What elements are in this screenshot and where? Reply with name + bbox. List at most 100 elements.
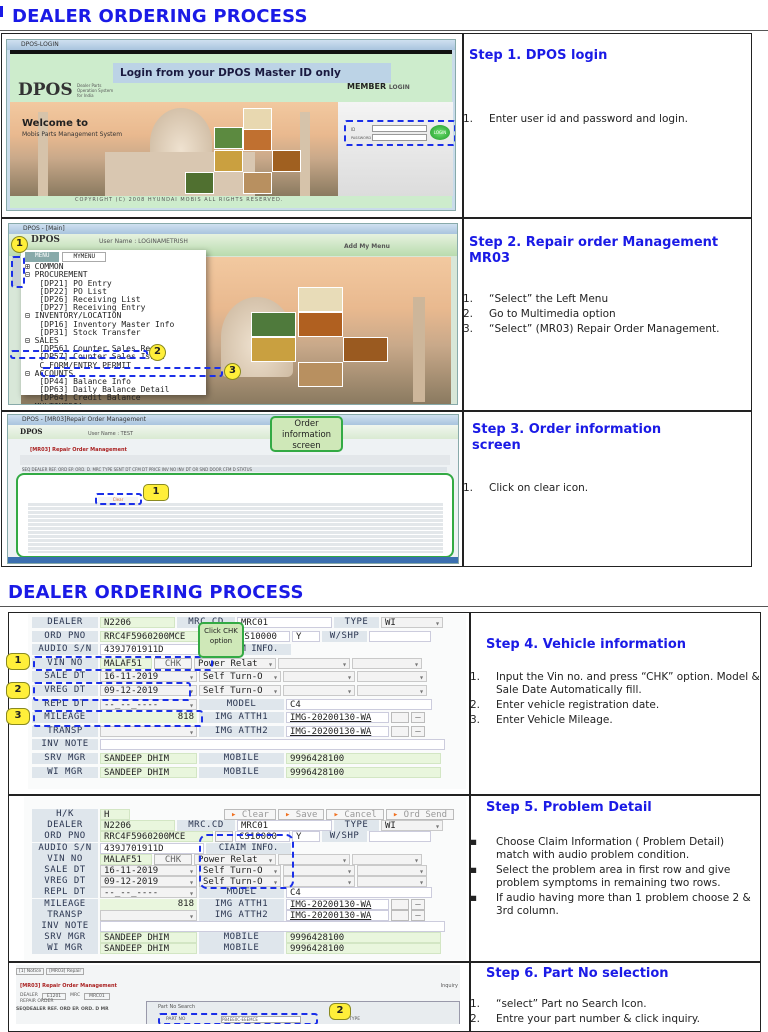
field-label: W/SHP: [322, 630, 367, 642]
field-select[interactable]: --_--_----: [100, 887, 197, 899]
ord-send-button[interactable]: ▸ Ord Send: [385, 809, 455, 820]
field-select[interactable]: [283, 684, 355, 696]
bullet-icon: ▸: [284, 810, 296, 820]
remove-icon-button[interactable]: —: [411, 712, 425, 724]
list-item: 2. Enter vehicle registration date.: [470, 699, 660, 711]
field-select[interactable]: [352, 657, 422, 669]
folder-icon-button[interactable]: [391, 712, 409, 724]
repair-order-label: REPAIR ORDER: [20, 999, 54, 1004]
field-select[interactable]: WI: [381, 617, 443, 628]
dialog-title: Part No Search: [158, 1004, 196, 1010]
field-label: INV NOTE: [32, 920, 98, 932]
chk-button[interactable]: CHK: [154, 853, 192, 865]
field-select[interactable]: [352, 853, 422, 865]
clear-button[interactable]: ▸ Clear: [224, 809, 276, 820]
field-label: WI MGR: [32, 943, 98, 955]
cancel-button[interactable]: ▸ Cancel: [326, 809, 384, 820]
step-5-list: ▪ Choose Claim Information ( Problem Deta…: [470, 836, 760, 920]
field-input[interactable]: Y: [292, 630, 320, 642]
field-input[interactable]: [369, 831, 431, 843]
field-input[interactable]: SANDEEP DHIM: [100, 752, 197, 764]
field-input[interactable]: N2206: [100, 820, 175, 832]
form-row: SRV MGR SANDEEP DHIM MOBILE 9996428100: [32, 932, 454, 944]
field-input[interactable]: 439J701911D: [100, 842, 204, 854]
field-input[interactable]: 9996428100: [286, 943, 441, 955]
field-select[interactable]: [278, 657, 350, 669]
hk-value[interactable]: H: [100, 809, 130, 820]
remove-icon-button[interactable]: —: [411, 898, 425, 910]
hk-label: H/K: [32, 809, 98, 820]
field-input[interactable]: SANDEEP DHIM: [100, 932, 197, 944]
step-3-title: Step 3. Order information screen: [472, 422, 662, 453]
field-select[interactable]: [357, 876, 427, 888]
field-select[interactable]: WI: [381, 820, 443, 832]
screen-title: [MR03] Repair Order Management: [20, 983, 117, 989]
field-select[interactable]: [357, 684, 427, 696]
field-input[interactable]: RRC4F5960200MCE: [100, 831, 213, 843]
field-select[interactable]: 16-11-2019: [100, 864, 197, 876]
field-input[interactable]: SANDEEP DHIM: [100, 766, 197, 778]
field-select[interactable]: [100, 725, 197, 737]
tab-mymenu[interactable]: MYMENU: [62, 252, 107, 263]
left-menu-highlight: [11, 256, 25, 288]
field-input[interactable]: C4: [286, 698, 432, 710]
attachment-link[interactable]: IMG-20200130-WA: [286, 725, 389, 737]
attachment-link[interactable]: IMG-20200130-WA: [286, 898, 389, 910]
field-input[interactable]: 9996428100: [286, 932, 441, 944]
inquiry-button[interactable]: Inquiry: [441, 983, 458, 989]
field-label: SRV MGR: [32, 752, 98, 764]
field-input[interactable]: [100, 739, 445, 751]
tab-notice[interactable]: [1] Notice: [16, 968, 45, 975]
save-button[interactable]: ▸ Save: [277, 809, 325, 820]
field-label: VREG DT: [32, 876, 98, 888]
field-input[interactable]: MALAF51: [100, 853, 152, 865]
remove-icon-button[interactable]: —: [411, 725, 425, 737]
field-input[interactable]: [369, 630, 431, 642]
dpos-logo: DPOS: [18, 80, 73, 100]
field-select[interactable]: [283, 671, 355, 683]
field-input[interactable]: SANDEEP DHIM: [100, 943, 197, 955]
menu-item[interactable]: ⊟ MULTIMEDIA: [25, 402, 202, 404]
field-select[interactable]: [100, 909, 197, 921]
field-label: VIN NO: [32, 853, 98, 865]
field-input[interactable]: MRC01: [237, 617, 332, 628]
login-label: LOGIN: [388, 84, 410, 91]
attachment-link[interactable]: IMG-20200130-WA: [286, 909, 389, 921]
field-select[interactable]: [357, 671, 427, 683]
field-input[interactable]: MRC01: [237, 820, 332, 832]
field-input[interactable]: [100, 920, 445, 932]
field-input[interactable]: RRC4F5960200MCE: [100, 630, 213, 642]
form-row: WI MGR SANDEEP DHIM MOBILE 9996428100: [32, 766, 445, 778]
step-6-title: Step 6. Part No selection: [486, 966, 669, 981]
field-select[interactable]: Self Turn-O: [199, 684, 281, 696]
window-title: DPOS - [Main]: [9, 224, 457, 234]
row-divider: [8, 961, 761, 963]
tab-mr03[interactable]: [MR03] Repair: [46, 968, 85, 975]
claim-info-highlight: [199, 834, 294, 889]
screen-title: [MR03] Repair Order Management: [30, 447, 127, 453]
field-input[interactable]: 439J701911D: [100, 644, 204, 656]
field-input[interactable]: 818: [100, 898, 197, 910]
mrc-label: MRC: [70, 993, 81, 998]
list-item: ▪ Choose Claim Information ( Problem Deta…: [470, 836, 725, 861]
form-row: SALE DT16-11-2019Self Turn-O: [32, 671, 445, 683]
field-select[interactable]: [357, 864, 427, 876]
attachment-link[interactable]: IMG-20200130-WA: [286, 712, 389, 724]
row-divider: [8, 794, 761, 796]
field-select[interactable]: 16-11-2019: [100, 671, 197, 683]
remove-icon-button[interactable]: —: [411, 909, 425, 921]
field-input[interactable]: C4: [286, 887, 432, 899]
step-3-list: 1. Click on clear icon.: [463, 482, 748, 497]
field-input[interactable]: 9996428100: [286, 752, 441, 764]
tab-menu[interactable]: MENU: [25, 252, 60, 263]
folder-icon-button[interactable]: [391, 898, 409, 910]
field-input[interactable]: Y: [292, 831, 320, 843]
field-select[interactable]: 09-12-2019: [100, 876, 197, 888]
field-select[interactable]: Self Turn-O: [199, 671, 281, 683]
field-label: SRV MGR: [32, 932, 98, 944]
folder-icon-button[interactable]: [391, 725, 409, 737]
folder-icon-button[interactable]: [391, 909, 409, 921]
add-my-menu[interactable]: Add My Menu: [344, 243, 390, 250]
field-input[interactable]: 9996428100: [286, 766, 441, 778]
field-input[interactable]: N2206: [100, 617, 175, 628]
